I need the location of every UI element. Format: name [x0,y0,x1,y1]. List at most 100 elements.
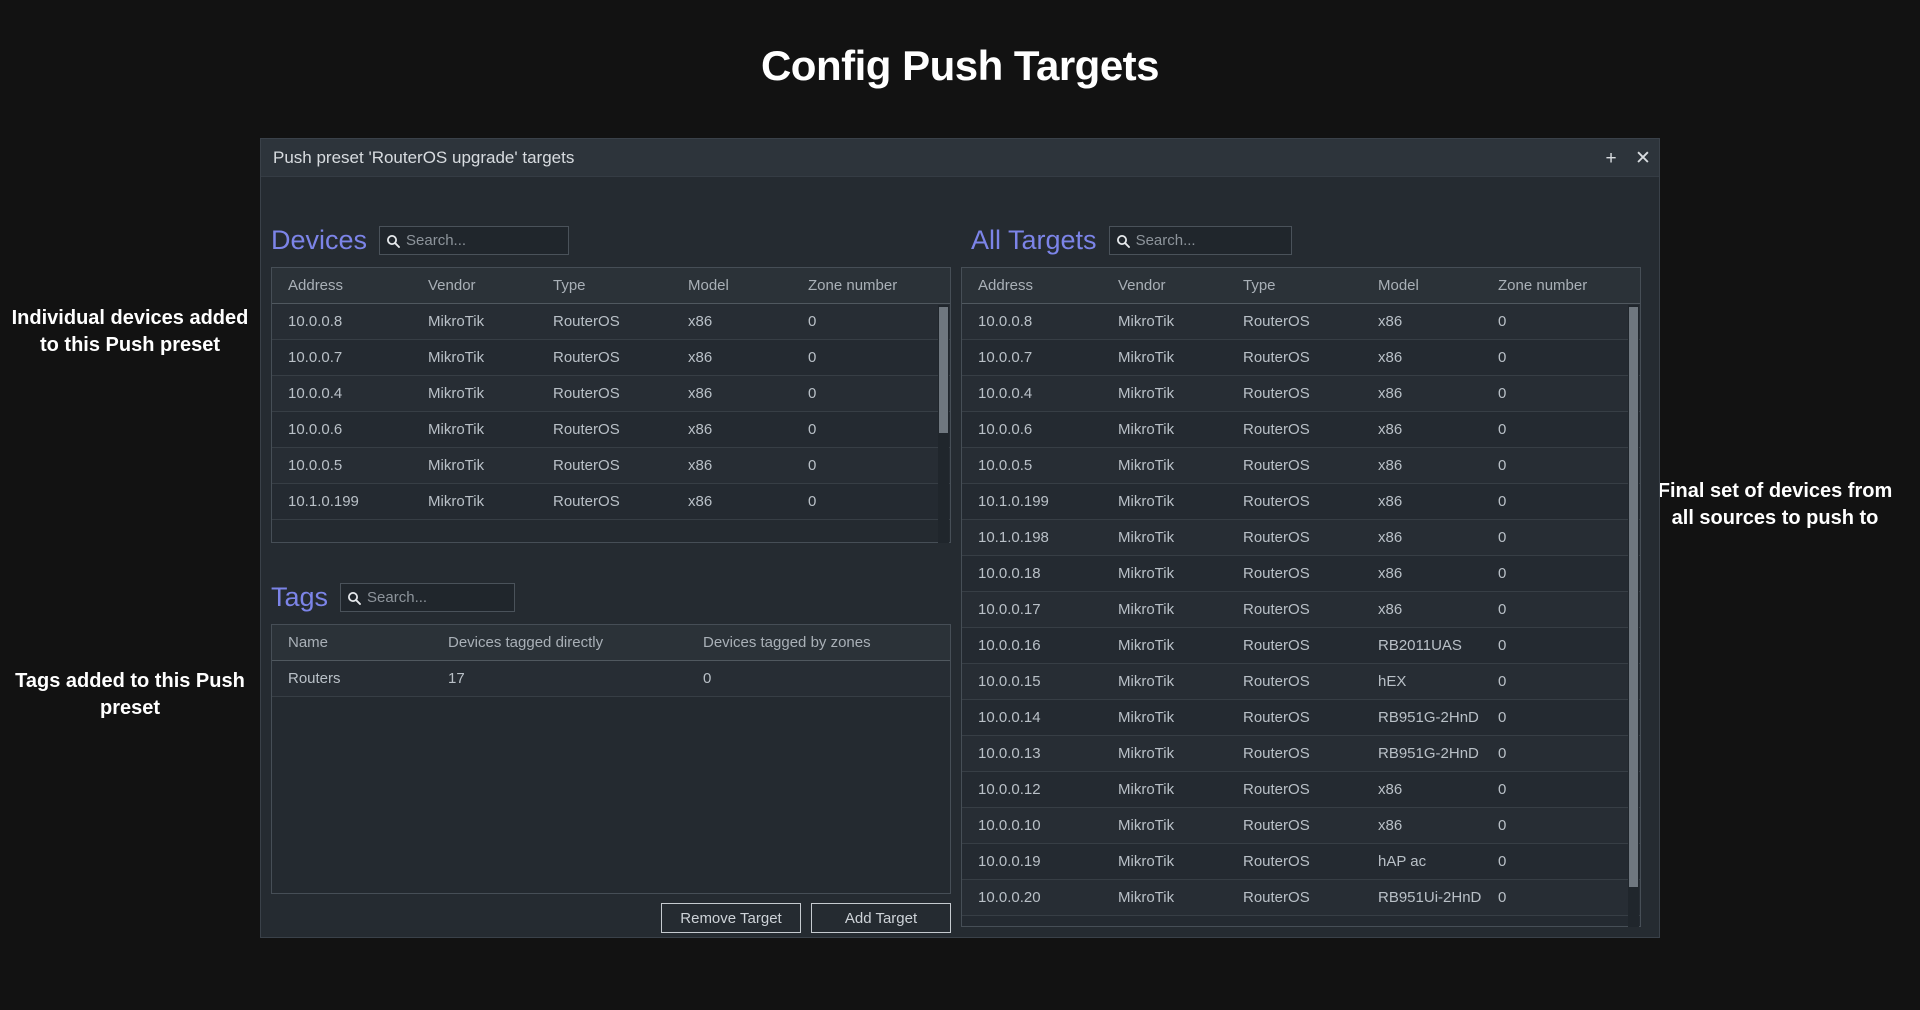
table-row[interactable]: 10.0.0.12 MikroTik RouterOS x86 0 [962,772,1640,808]
table-row[interactable]: 10.0.0.4 MikroTik RouterOS x86 0 [962,376,1640,412]
screen: Config Push Targets Individual devices a… [0,0,1920,1010]
search-icon [341,591,367,605]
table-cell: 10.0.0.8 [288,313,343,330]
table-cell: MikroTik [428,385,485,402]
table-row[interactable]: 10.0.0.21MikroTikRouterOSCCR1009-7G-1C-1… [962,916,1640,926]
table-cell: x86 [688,349,713,366]
table-row[interactable]: 10.0.0.7 MikroTik RouterOS x86 0 [962,340,1640,376]
table-cell: 10.1.0.199 [978,493,1049,510]
table-cell: RouterOS [1243,601,1310,618]
table-cell: x86 [1378,601,1403,618]
table-cell: MikroTik [1118,853,1175,870]
table-cell: 0 [1498,313,1507,330]
table-cell: hEX [1378,673,1407,690]
table-cell: 0 [1498,817,1507,834]
all-targets-search-box[interactable]: Search... [1108,226,1292,255]
table-row[interactable]: 10.0.0.10 MikroTik RouterOS x86 0 [962,808,1640,844]
annotation-individual-devices: Individual devices added to this Push pr… [11,307,249,356]
table-cell: 0 [808,313,817,330]
remove-target-button[interactable]: Remove Target [661,903,801,933]
table-cell: 10.1.0.198 [978,529,1049,546]
all-targets-scrollbar[interactable] [1628,305,1639,927]
table-cell: RouterOS [553,493,620,510]
table-cell: CCR1009-7G-1C-1S+ [1362,925,1482,926]
devices-search-input[interactable]: Search... [406,232,466,249]
table-cell: MikroTik [1118,889,1175,906]
table-cell: 0 [1498,349,1507,366]
table-row[interactable]: 10.0.0.19 MikroTik RouterOS hAP ac 0 [962,844,1640,880]
table-cell: 10.0.0.13 [978,745,1041,762]
table-row[interactable]: 10.1.0.199 MikroTik RouterOS x86 0 [272,484,950,520]
table-cell: RouterOS [1243,889,1310,906]
table-row[interactable]: 10.1.0.199 MikroTik RouterOS x86 0 [962,484,1640,520]
table-row[interactable]: 10.0.0.8 MikroTik RouterOS x86 0 [272,304,950,340]
tags-search-box[interactable]: Search... [340,583,516,612]
table-cell: RouterOS [553,385,620,402]
table-cell: x86 [1378,385,1403,402]
table-row[interactable]: 10.0.0.6 MikroTik RouterOS x86 0 [272,412,950,448]
table-row[interactable]: 10.0.0.20 MikroTik RouterOS RB951Ui-2HnD 0 [962,880,1640,916]
devices-search-box[interactable]: Search... [379,226,570,255]
devices-scrollbar-thumb[interactable] [939,307,948,433]
table-cell: 0 [808,421,817,438]
all-targets-column-header: Model [1378,277,1419,294]
table-row[interactable]: 10.0.0.5 MikroTik RouterOS x86 0 [272,448,950,484]
devices-table-header: Address Vendor Type Model Zone number [272,268,950,304]
close-icon[interactable]: ✕ [1635,149,1651,168]
table-row[interactable]: 10.0.0.8 MikroTik RouterOS x86 0 [962,304,1640,340]
add-icon[interactable]: + [1603,149,1619,168]
tags-search-input[interactable]: Search... [367,589,427,606]
all-targets-scrollbar-thumb[interactable] [1629,307,1638,887]
table-cell: 10.0.0.6 [978,421,1033,438]
table-cell: 0 [808,349,817,366]
table-row[interactable]: Routers 17 0 [272,661,950,697]
tags-table-body: Routers 17 0 [272,661,950,697]
devices-column-header: Model [688,277,729,294]
table-row[interactable]: 10.0.0.14 MikroTik RouterOS RB951G-2HnD 0 [962,700,1640,736]
table-cell: 10.0.0.14 [978,709,1041,726]
devices-scrollbar[interactable] [938,305,949,543]
table-cell: x86 [688,313,713,330]
table-cell: MikroTik [428,313,485,330]
table-cell: MikroTik [1118,601,1175,618]
tags-section-header: Tags Search... [271,582,516,613]
table-cell: x86 [1378,529,1403,546]
table-cell: RouterOS [553,313,620,330]
table-cell: 0 [808,385,817,402]
tags-column-header: Name [288,634,329,651]
table-row[interactable]: 10.0.0.16 MikroTik RouterOS RB2011UAS 0 [962,628,1640,664]
tags-column-header: Devices tagged directly [448,634,604,651]
table-cell: x86 [688,385,713,402]
table-row[interactable]: 10.0.0.4 MikroTik RouterOS x86 0 [272,376,950,412]
table-row[interactable]: 10.0.0.15 MikroTik RouterOS hEX 0 [962,664,1640,700]
table-row[interactable]: 10.0.0.5 MikroTik RouterOS x86 0 [962,448,1640,484]
table-cell: 0 [1498,889,1507,906]
add-target-button[interactable]: Add Target [811,903,951,933]
devices-title: Devices [271,225,368,255]
table-cell: x86 [688,493,713,510]
table-cell: MikroTik [428,349,485,366]
table-row[interactable]: 10.1.0.198 MikroTik RouterOS x86 0 [962,520,1640,556]
table-row[interactable]: 10.0.0.18 MikroTik RouterOS x86 0 [962,556,1640,592]
window-controls: + ✕ [1603,139,1651,177]
right-column: All Targets Search... Address Vendor Type M… [961,177,1661,938]
table-cell: 0 [1482,925,1622,926]
table-row[interactable]: 10.0.0.17 MikroTik RouterOS x86 0 [962,592,1640,628]
table-cell: RouterOS [1243,385,1310,402]
table-row[interactable]: 10.0.0.6 MikroTik RouterOS x86 0 [962,412,1640,448]
devices-column-header: Zone number [808,277,898,294]
table-cell: MikroTik [1118,457,1175,474]
table-cell: 0 [1498,673,1507,690]
table-cell: 0 [1498,385,1507,402]
table-cell: 0 [1498,709,1507,726]
table-cell: RouterOS [1243,709,1310,726]
tags-table: Name Devices tagged directly Devices tagge… [271,624,951,894]
all-targets-search-input[interactable]: Search... [1136,232,1196,249]
devices-table-scroll-area: 10.0.0.8 MikroTik RouterOS x86 0 10.0.0.7 Mikr… [272,304,950,542]
table-cell: 10.0.0.16 [978,637,1041,654]
table-cell: MikroTik [1118,493,1175,510]
table-cell: 0 [1498,457,1507,474]
devices-table: Address Vendor Type Model Zone number 10.0.0… [271,267,951,543]
table-row[interactable]: 10.0.0.13 MikroTik RouterOS RB951G-2HnD 0 [962,736,1640,772]
table-row[interactable]: 10.0.0.7 MikroTik RouterOS x86 0 [272,340,950,376]
